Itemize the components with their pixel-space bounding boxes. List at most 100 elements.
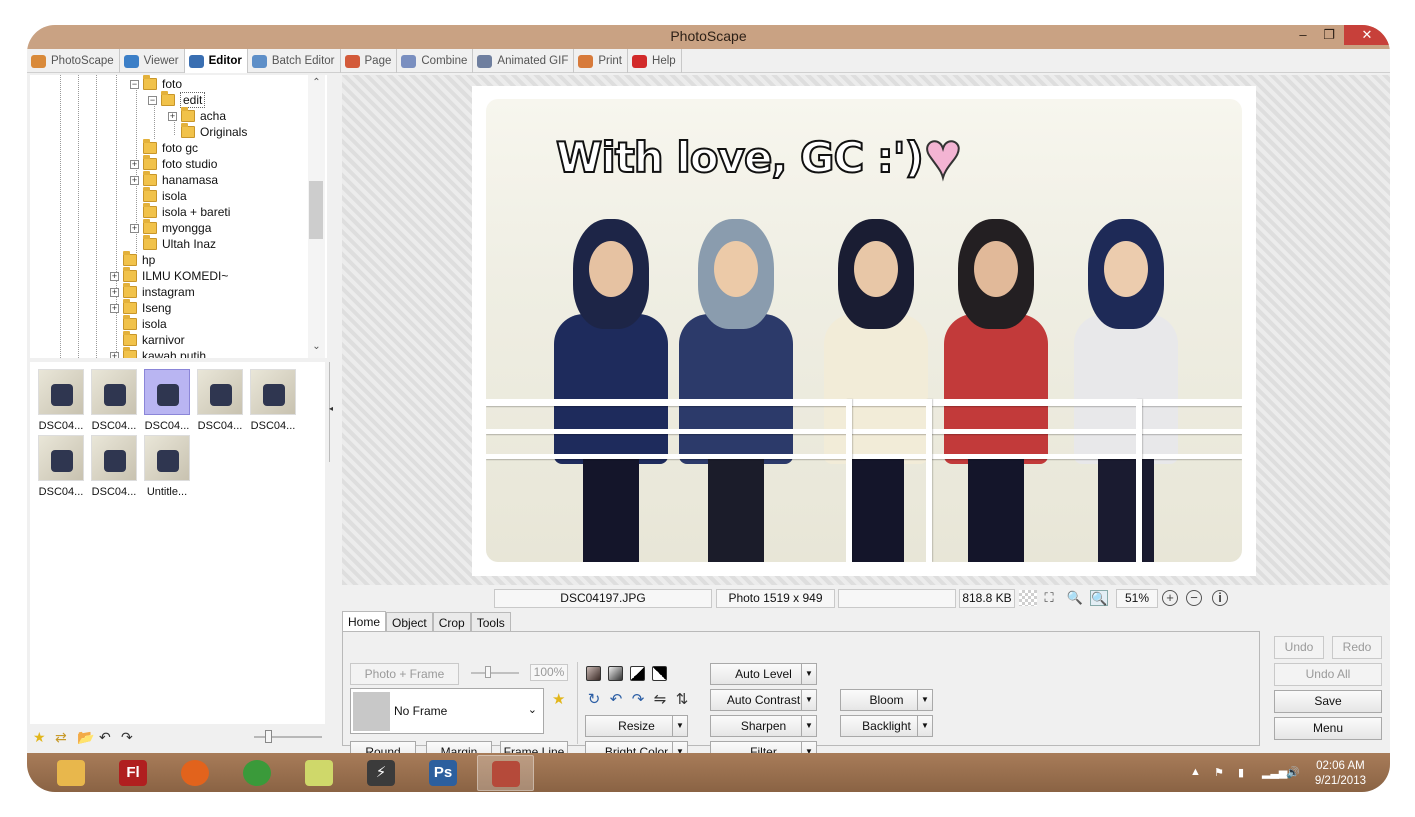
photo-frame-button[interactable]: Photo + Frame [350,663,459,685]
thumbnail-item[interactable]: DSC04... [89,369,139,432]
tree-node[interactable]: + foto studio [130,155,217,172]
tree-node[interactable]: + hanamasa [130,171,218,188]
thumbnail-item[interactable]: DSC04... [36,435,86,498]
tree-node[interactable]: isola [130,187,187,204]
zoom-out-icon[interactable]: − [1186,590,1202,606]
dropdown-arrow-icon[interactable]: ▼ [801,663,817,685]
actual-size-icon[interactable]: 🔍 [1066,590,1084,606]
dropdown-arrow-icon[interactable]: ▼ [917,689,933,711]
tree-node[interactable]: − foto [130,75,182,92]
star-icon[interactable]: ★ [33,730,49,744]
close-button[interactable]: ✕ [1344,25,1390,45]
thumbnail-item[interactable]: Untitle... [142,435,192,498]
taskbar-photoshop[interactable]: Ps [415,755,472,791]
taskbar-sticky-notes[interactable] [291,755,348,791]
black-white-icon[interactable] [630,666,645,681]
tree-node[interactable]: + instagram [110,283,195,300]
swap-icon[interactable]: ⇄ [55,730,71,744]
frame-size-slider[interactable] [471,666,519,678]
thumbnail-item[interactable]: DSC04... [89,435,139,498]
tab-animated-gif[interactable]: Animated GIF [473,49,575,73]
scrollbar-thumb[interactable] [309,181,323,239]
collapse-icon[interactable]: − [148,95,157,105]
taskbar-firefox[interactable] [167,755,224,791]
tab-batch-editor[interactable]: Batch Editor [248,49,341,73]
menu-button[interactable]: Menu [1274,717,1382,740]
folder-open-icon[interactable]: 📂 [77,730,94,744]
tab-page[interactable]: Page [341,49,398,73]
thumbnail-item[interactable]: DSC04... [142,369,192,432]
taskbar-flash[interactable]: Fl [105,755,162,791]
flip-vertical-icon[interactable]: ⇅ [674,692,690,708]
tree-node[interactable]: isola + bareti [130,203,230,220]
editor-canvas[interactable]: With love, GC :') ♥ [342,75,1390,585]
thumbnail-item[interactable]: DSC04... [248,369,298,432]
tree-node[interactable]: + kawah putih [110,347,206,358]
star-icon[interactable]: ★ [552,690,565,708]
taskbar-photoscape[interactable] [477,755,534,791]
frame-select[interactable]: No Frame ⌄ [350,688,544,734]
tab-home[interactable]: Home [342,611,387,632]
save-button[interactable]: Save [1274,690,1382,713]
folder-tree-scrollbar[interactable]: ⌃ ⌄ [308,75,325,358]
sepia-icon[interactable] [586,666,601,681]
tab-object[interactable]: Object [386,612,433,632]
taskbar-chrome[interactable] [229,755,286,791]
tab-viewer[interactable]: Viewer [120,49,185,73]
expand-icon[interactable]: + [168,111,177,121]
tree-node[interactable]: foto gc [130,139,198,156]
action-center-icon[interactable]: ⚑ [1214,766,1224,779]
tree-node[interactable]: − edit [148,91,206,108]
scroll-down-icon[interactable]: ⌄ [308,341,325,352]
transparency-icon[interactable] [1019,590,1037,606]
thumbnail-size-slider[interactable] [254,730,322,743]
expand-icon[interactable]: + [130,175,139,185]
tree-node[interactable]: + myongga [130,219,211,236]
tab-tools[interactable]: Tools [470,612,511,632]
show-hidden-icon[interactable]: ▲ [1190,766,1201,778]
auto-contrast-button[interactable]: Auto Contrast ▼ [710,689,817,711]
tree-node[interactable]: + Iseng [110,299,171,316]
collapse-icon[interactable]: − [130,79,139,89]
redo-button[interactable]: Redo [1332,636,1382,659]
tab-print[interactable]: Print [574,49,629,73]
tree-node[interactable]: + acha [168,107,226,124]
expand-icon[interactable]: + [110,271,119,281]
panel-splitter[interactable]: ◂ [327,362,339,462]
negative-icon[interactable] [652,666,667,681]
dropdown-arrow-icon[interactable]: ▼ [801,715,817,737]
folder-tree[interactable]: − foto − edit + acha Originals foto gc + foto stu… [30,75,327,358]
rotate-left-icon[interactable]: ↶ [608,692,624,708]
tab-help[interactable]: Help [628,49,682,73]
thumbnail-item[interactable]: DSC04... [195,369,245,432]
sharpen-button[interactable]: Sharpen ▼ [710,715,817,737]
bloom-button[interactable]: Bloom ▼ [840,689,933,711]
expand-icon[interactable]: + [130,223,139,233]
scroll-up-icon[interactable]: ⌃ [308,77,325,88]
tree-node[interactable]: Originals [168,123,247,140]
volume-icon[interactable]: 🔊 [1286,766,1300,779]
collapse-arrow-icon[interactable]: ◂ [329,404,333,413]
rotate-icon[interactable]: ↻ [586,692,602,708]
expand-icon[interactable]: + [130,159,139,169]
dropdown-arrow-icon[interactable]: ▼ [801,689,817,711]
info-icon[interactable]: i [1212,590,1228,606]
backlight-button[interactable]: Backlight ▼ [840,715,933,737]
taskbar-winamp[interactable]: ⚡ [353,755,410,791]
expand-icon[interactable]: + [110,287,119,297]
fit-screen-icon[interactable]: ⛶ [1040,590,1058,606]
tree-node[interactable]: hp [110,251,155,268]
restore-button[interactable]: ❐ [1316,25,1342,45]
tab-photoscape[interactable]: PhotoScape [27,49,120,73]
thumbnail-item[interactable]: DSC04... [36,369,86,432]
grayscale-icon[interactable] [608,666,623,681]
forward-icon[interactable]: ↷ [121,730,137,744]
signal-icon[interactable]: ▂▃▅ [1262,766,1287,779]
undo-all-button[interactable]: Undo All [1274,663,1382,686]
tab-combine[interactable]: Combine [397,49,474,73]
dropdown-arrow-icon[interactable]: ▼ [917,715,933,737]
tab-editor[interactable]: Editor [184,49,248,73]
taskbar-file-explorer[interactable] [43,755,100,791]
tree-node[interactable]: + ILMU KOMEDI~ [110,267,228,284]
tab-crop[interactable]: Crop [432,612,471,632]
